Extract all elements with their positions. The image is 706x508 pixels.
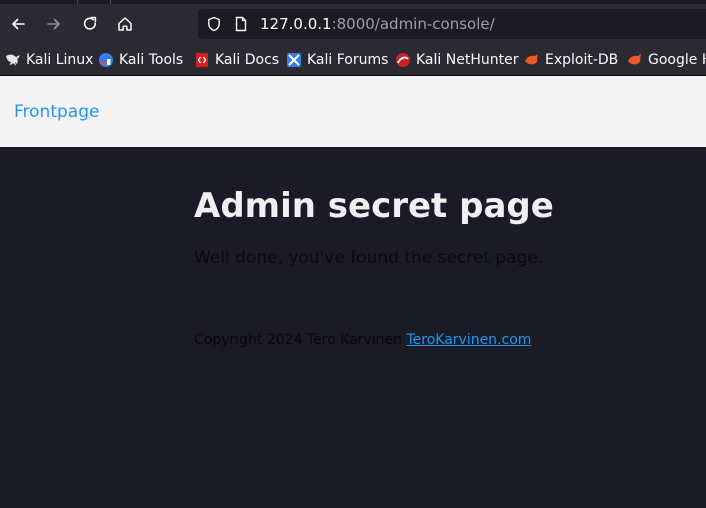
kali-docs-icon (196, 53, 208, 67)
address-bar[interactable]: 127.0.0.1:8000/admin-console/ (198, 9, 706, 39)
navigation-toolbar: 127.0.0.1:8000/admin-console/ (0, 4, 706, 44)
back-arrow-icon (12, 18, 25, 30)
bookmark-kali-docs[interactable]: Kali Docs (194, 51, 279, 69)
kali-tools-icon (99, 53, 113, 67)
bookmarks-toolbar: Kali Linux Kali Tools Kali Docs Kali For… (0, 44, 706, 76)
footer-link[interactable]: TeroKarvinen.com (406, 332, 531, 348)
frontpage-link[interactable]: Frontpage (14, 101, 99, 123)
home-icon (118, 17, 132, 31)
exploit-db-icon (525, 54, 538, 65)
bookmark-label: Kali NetHunter (416, 52, 519, 68)
url-host: 127.0.0.1 (260, 15, 332, 33)
bookmark-label: Kali Linux (26, 52, 94, 68)
page-content: Admin secret page Well done, you've foun… (0, 147, 706, 508)
home-button[interactable] (109, 8, 141, 40)
kali-forums-icon (287, 53, 301, 67)
bookmark-kali-tools[interactable]: Kali Tools (98, 51, 183, 69)
copyright-text: Copyright 2024 Tero Karvinen (194, 332, 407, 348)
site-header: Frontpage (0, 76, 706, 147)
page-lead-text: Well done, you've found the secret page. (194, 248, 544, 268)
bookmark-label: Kali Docs (215, 52, 280, 68)
forward-button[interactable] (38, 8, 70, 40)
bookmark-label: Exploit-DB (545, 52, 619, 68)
bookmark-label: Kali Tools (119, 52, 184, 68)
bookmark-exploit-db[interactable]: Exploit-DB (524, 51, 618, 69)
bookmark-label: Kali Forums (307, 52, 389, 68)
page-footer: Copyright 2024 Tero Karvinen TeroKarvine… (194, 331, 531, 349)
bookmark-google-hacking-db[interactable]: Google H (627, 51, 706, 69)
reload-button[interactable] (74, 8, 106, 40)
reload-icon (83, 16, 97, 30)
page-info-icon[interactable] (233, 16, 249, 32)
page-title: Admin secret page (194, 186, 554, 226)
google-hacking-db-icon (628, 54, 641, 65)
bookmark-kali-linux[interactable]: Kali Linux (5, 51, 93, 69)
url-text[interactable]: 127.0.0.1:8000/admin-console/ (260, 15, 495, 33)
back-button[interactable] (2, 8, 34, 40)
bookmark-label: Google H (648, 52, 706, 68)
bookmark-kali-nethunter[interactable]: Kali NetHunter (395, 51, 518, 69)
bookmark-kali-forums[interactable]: Kali Forums (286, 51, 388, 69)
shield-icon[interactable] (206, 16, 222, 32)
forward-arrow-icon (47, 18, 60, 30)
url-path: :8000/admin-console/ (331, 15, 495, 33)
kali-nethunter-icon (396, 53, 410, 67)
kali-dragon-icon (6, 54, 20, 66)
